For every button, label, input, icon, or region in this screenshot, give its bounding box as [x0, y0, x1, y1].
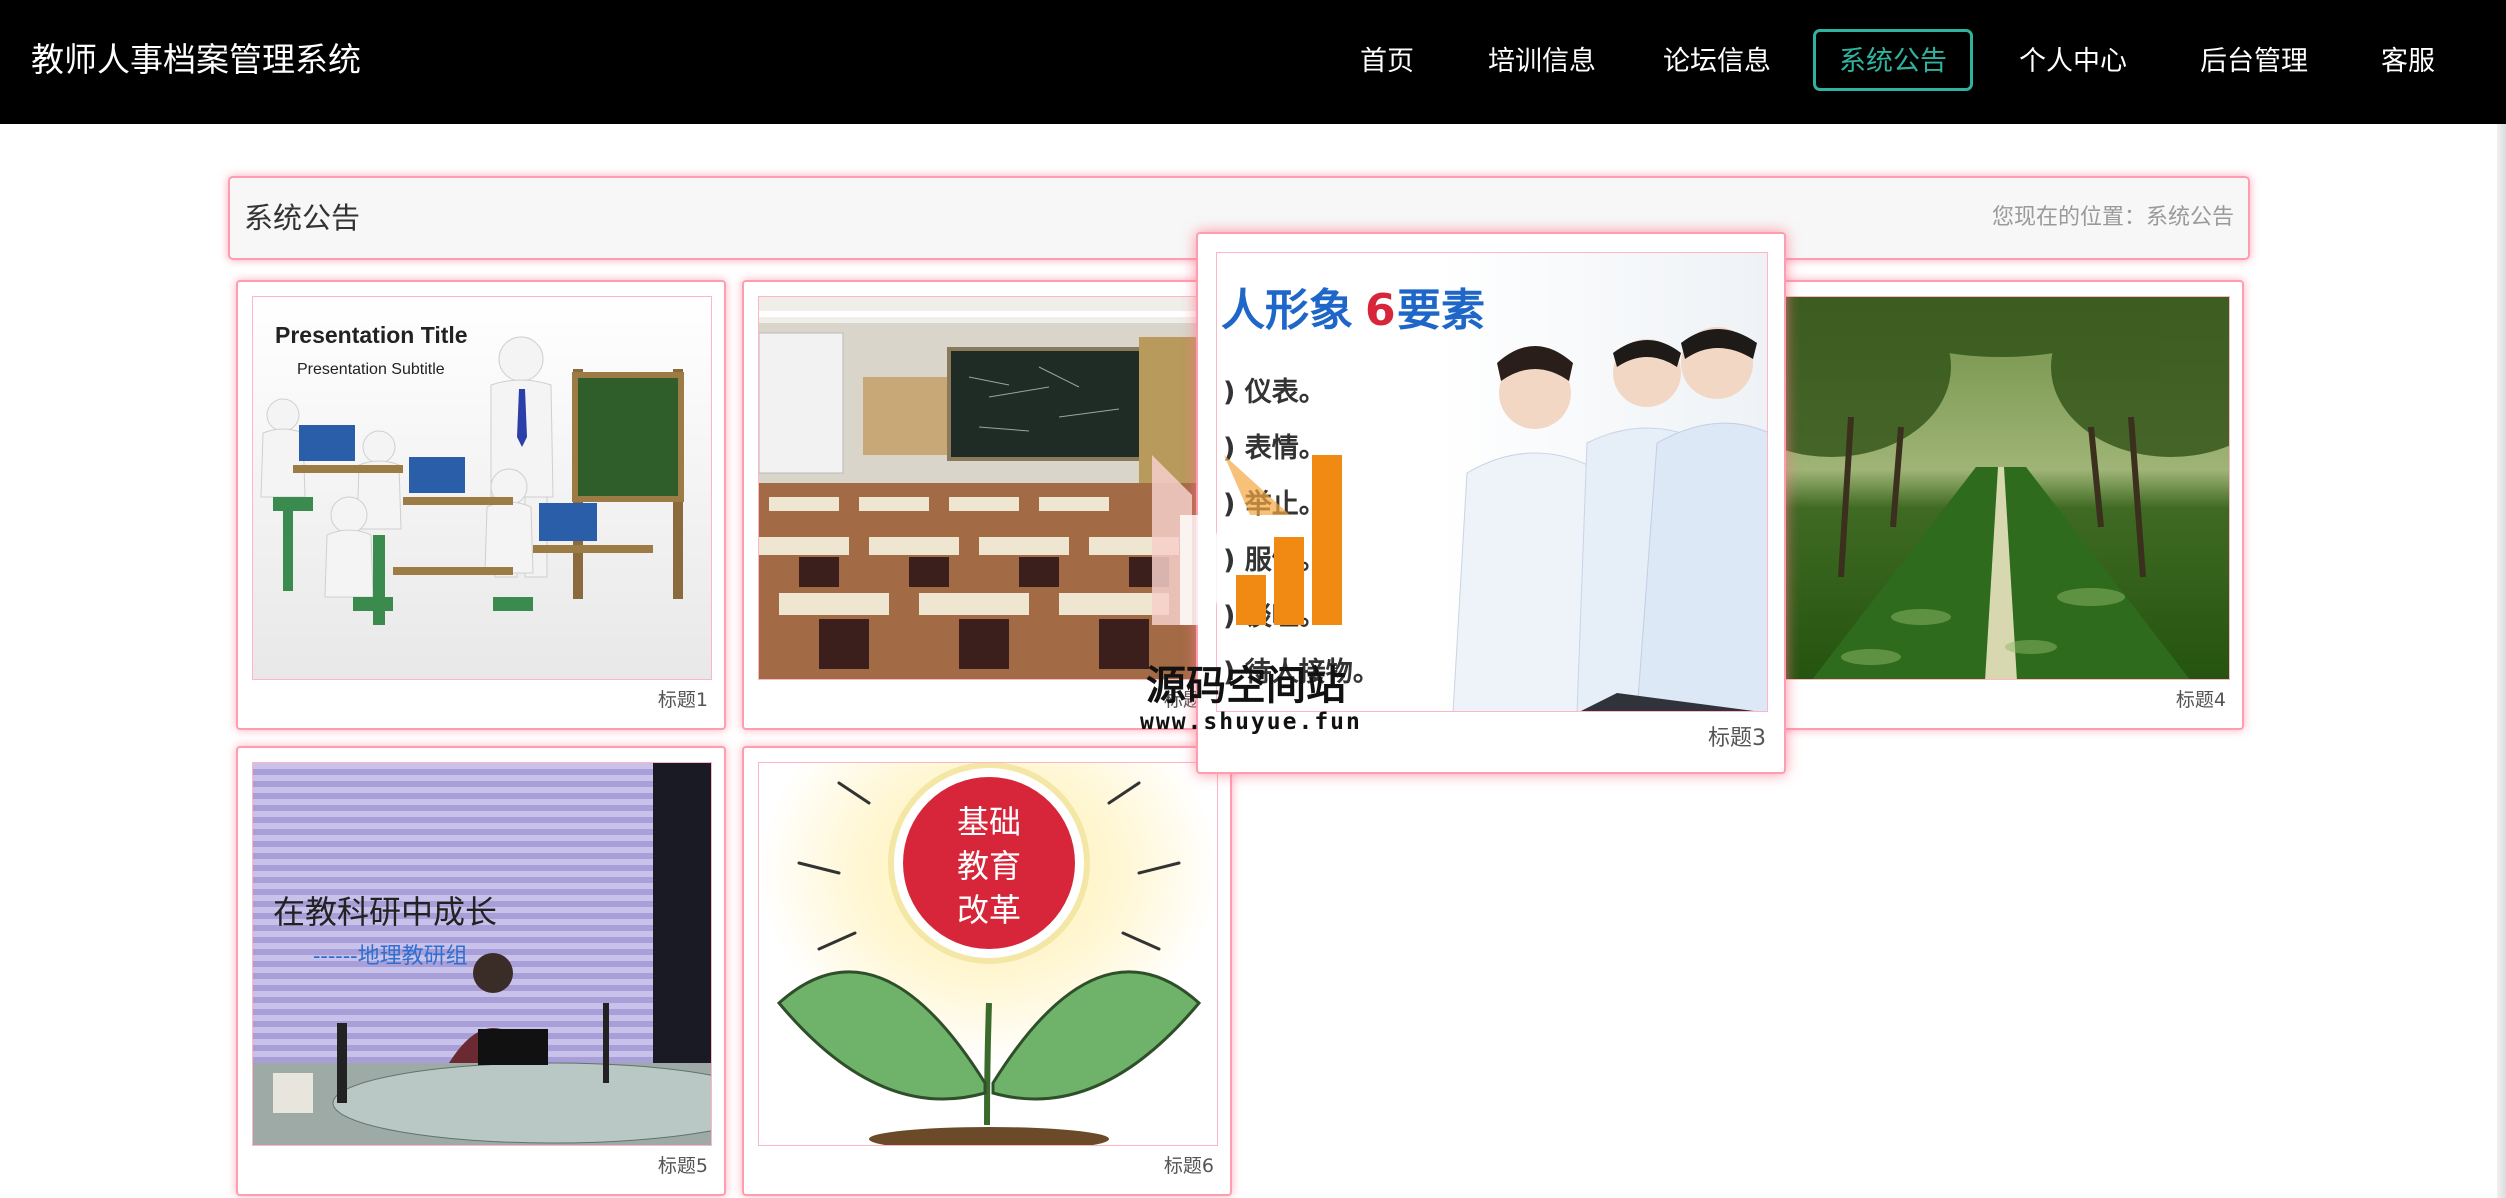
nav-support[interactable]: 客服: [2366, 29, 2450, 91]
watermark-logo-icon: [1152, 455, 1342, 625]
nav-admin[interactable]: 后台管理: [2180, 29, 2328, 91]
nav-profile[interactable]: 个人中心: [1998, 29, 2148, 91]
card-image[interactable]: Presentation Title Presentation Subtitle: [252, 296, 712, 680]
page-title: 系统公告: [244, 201, 361, 235]
top-navbar: 教师人事档案管理系统 首页 培训信息 论坛信息 系统公告 个人中心 后台管理 客…: [0, 0, 2506, 124]
image-text-line2: ------地理教研组: [313, 944, 468, 969]
nav-forum[interactable]: 论坛信息: [1645, 29, 1789, 91]
watermark-text: 源码空间站: [1146, 663, 1346, 709]
image-headline-number: 6: [1365, 285, 1396, 336]
watermark: 源码空间站 www.shuyue.fun: [1140, 455, 1380, 745]
card-title[interactable]: 标题1: [658, 685, 708, 712]
breadcrumb: 您现在的位置：系统公告: [1991, 205, 2234, 230]
watermark-url: www.shuyue.fun: [1140, 709, 1362, 735]
card-title[interactable]: 标题5: [658, 1151, 708, 1178]
card-image[interactable]: 基础 教育 改革: [758, 762, 1218, 1146]
card-image[interactable]: [1770, 296, 2230, 680]
image-text-line1: 在教科研中成长: [273, 893, 497, 931]
svg-text:) 仪表。: ) 仪表。: [1223, 377, 1326, 408]
image-headline-suffix: 要素: [1397, 285, 1485, 336]
card-image[interactable]: 在教科研中成长 ------地理教研组: [252, 762, 712, 1146]
nav-announcements[interactable]: 系统公告: [1813, 29, 1973, 91]
announcement-card[interactable]: 基础 教育 改革 标题6: [742, 746, 1232, 1196]
page-scrollbar[interactable]: [2497, 124, 2506, 1198]
card-title[interactable]: 标题4: [2176, 685, 2226, 712]
announcement-card[interactable]: Presentation Title Presentation Subtitle: [236, 280, 726, 730]
nav-training[interactable]: 培训信息: [1470, 29, 1614, 91]
nav-home[interactable]: 首页: [1338, 29, 1436, 91]
image-text-line2: 教育: [957, 847, 1021, 885]
image-title-text: Presentation Title: [275, 322, 468, 348]
image-text-line1: 基础: [957, 803, 1021, 841]
image-subtitle-text: Presentation Subtitle: [297, 361, 445, 378]
announcement-card[interactable]: 标题4: [1754, 280, 2244, 730]
image-headline: 人形象: [1221, 285, 1353, 336]
image-text-line3: 改革: [957, 891, 1021, 929]
announcement-card[interactable]: 在教科研中成长 ------地理教研组 标题5: [236, 746, 726, 1196]
card-title[interactable]: 标题3: [1708, 720, 1766, 752]
card-title[interactable]: 标题6: [1164, 1151, 1214, 1178]
site-brand[interactable]: 教师人事档案管理系统: [31, 0, 361, 124]
